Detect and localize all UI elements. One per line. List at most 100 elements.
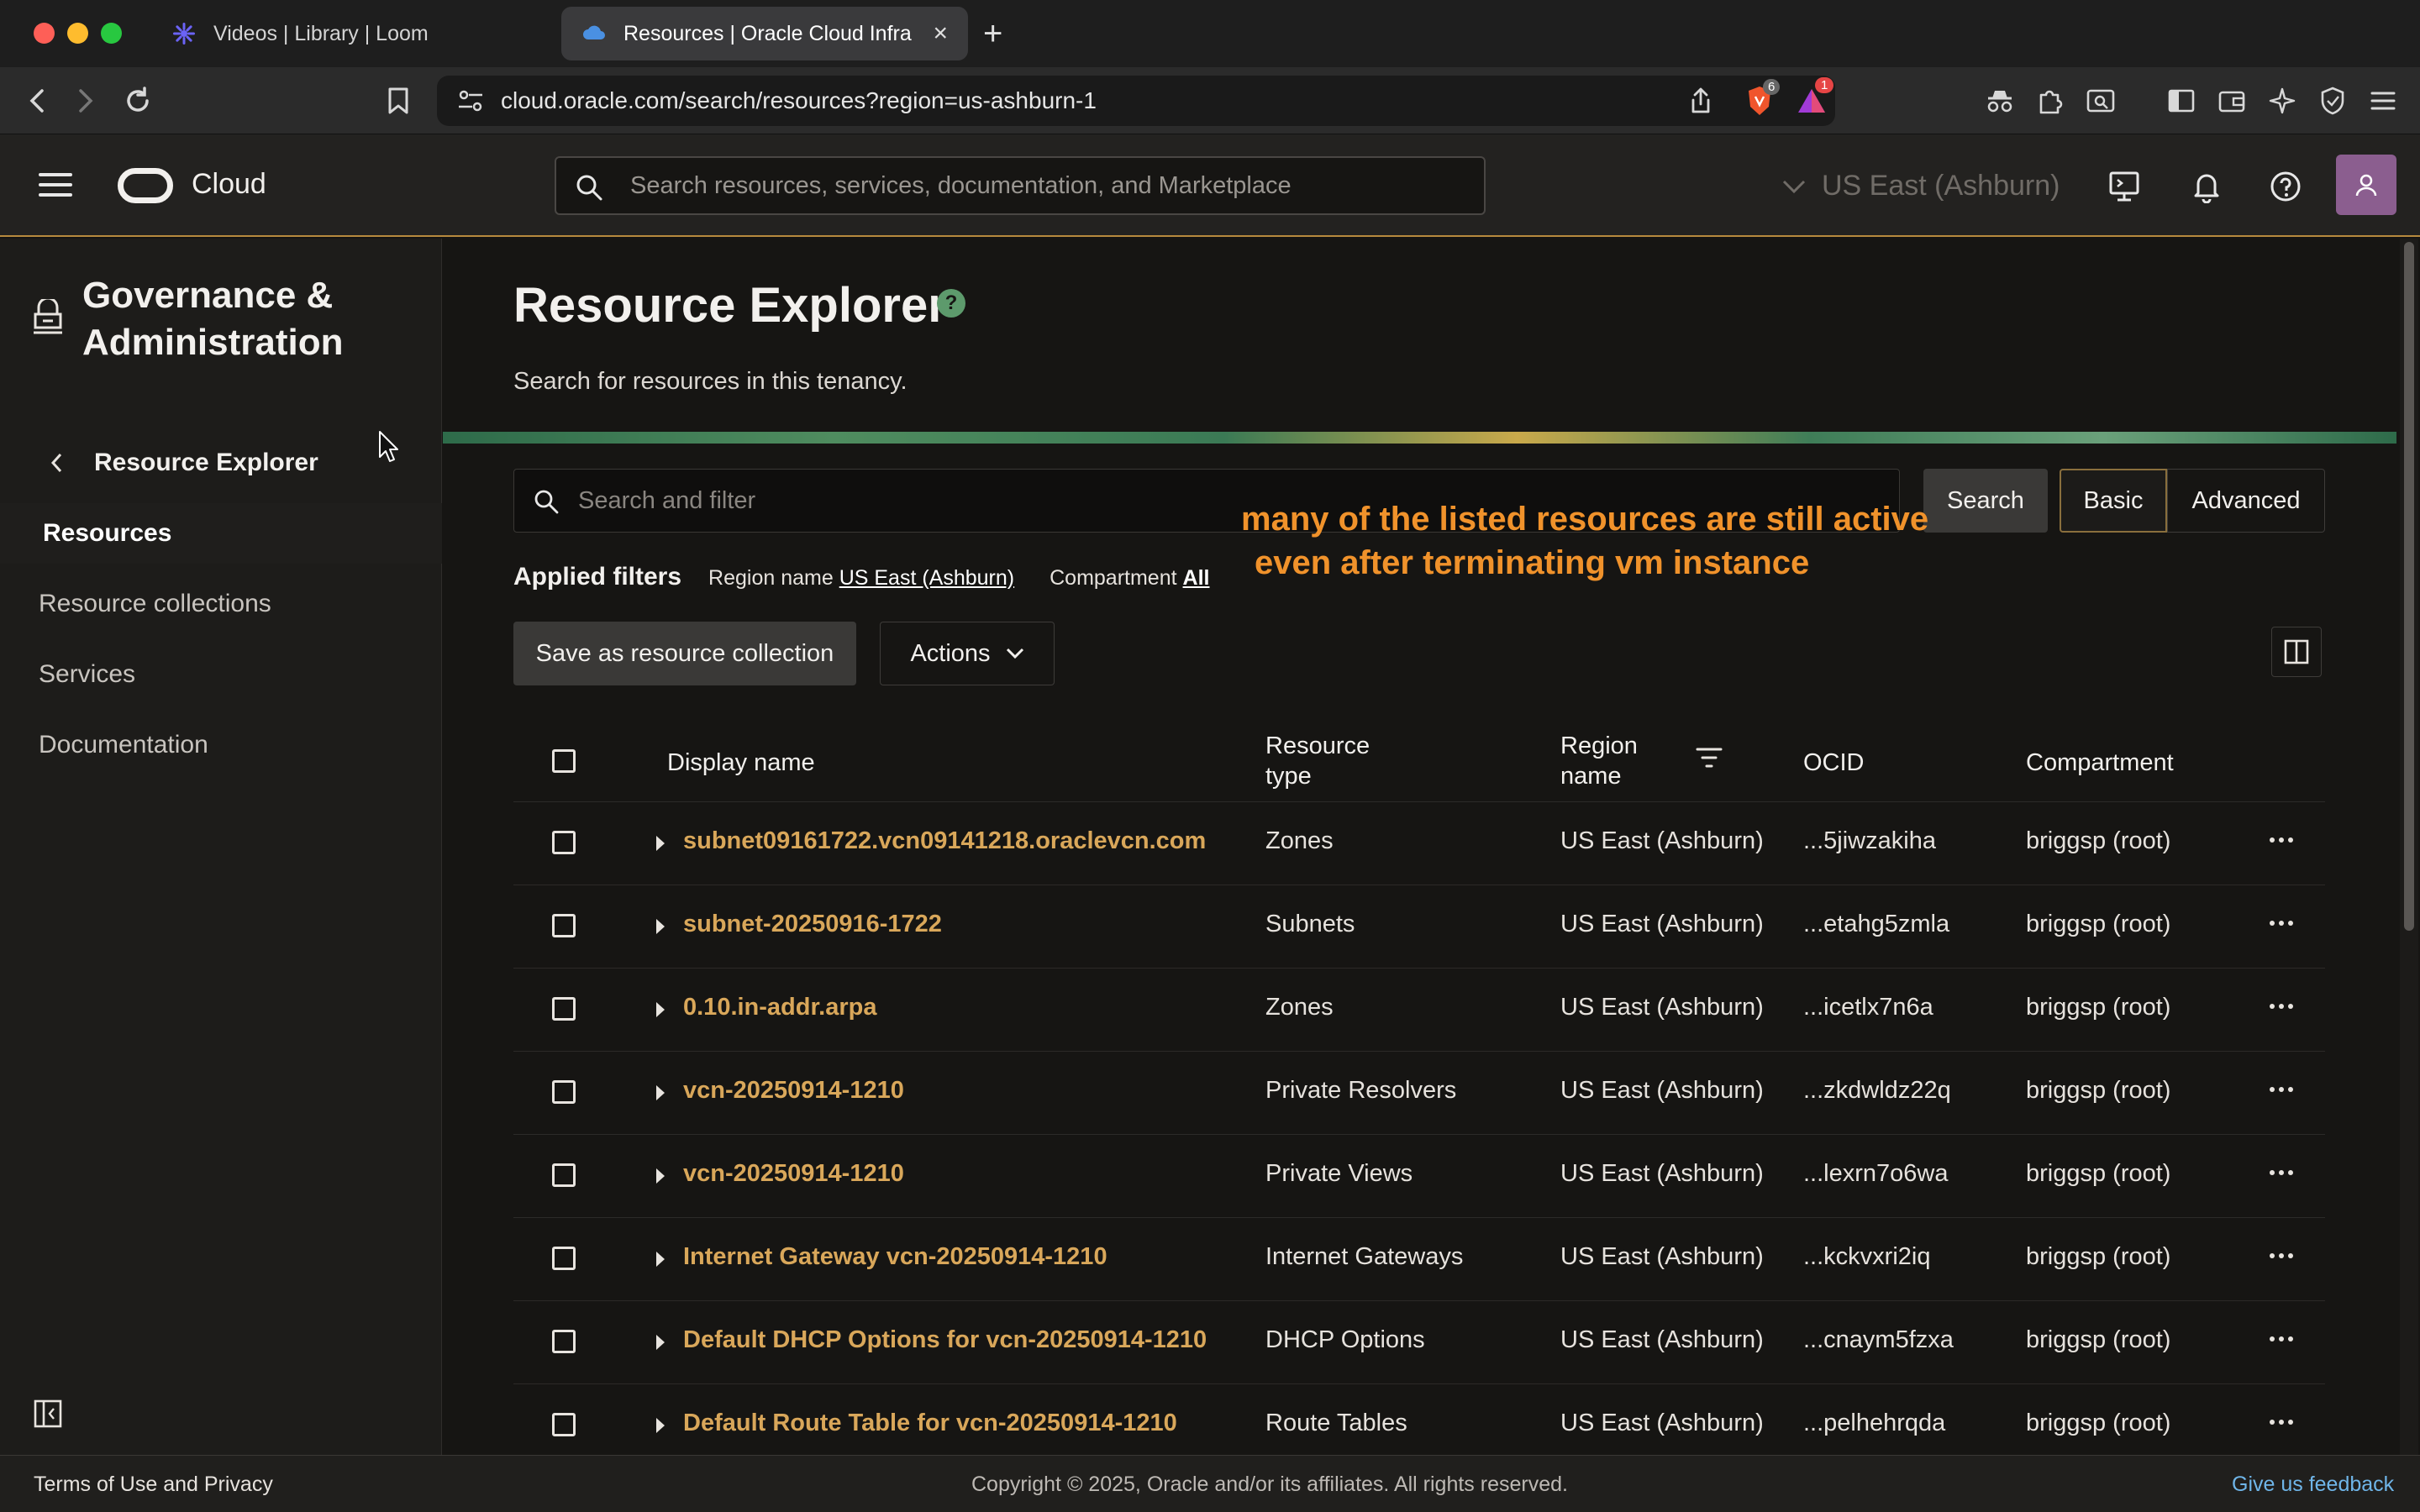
sidebar-item-documentation[interactable]: Documentation xyxy=(0,715,442,775)
row-checkbox[interactable] xyxy=(552,1080,576,1104)
back-icon[interactable] xyxy=(18,82,55,119)
notifications-bell-icon[interactable] xyxy=(2188,168,2225,205)
row-actions-menu-icon[interactable] xyxy=(2270,1420,2297,1425)
page-scrollbar[interactable] xyxy=(2400,239,2418,1455)
new-tab-button[interactable]: + xyxy=(983,15,1002,52)
forward-icon[interactable] xyxy=(67,82,104,119)
resource-link[interactable]: subnet09161722.vcn09141218.oraclevcn.com xyxy=(683,827,1206,855)
sidebar-item-label: Services xyxy=(39,660,136,688)
row-checkbox[interactable] xyxy=(552,1247,576,1270)
filter-chip-region[interactable]: Region name US East (Ashburn) xyxy=(708,566,1014,591)
scrollbar-thumb[interactable] xyxy=(2404,242,2414,931)
annotation-line: even after terminating vm instance xyxy=(1255,544,1810,581)
resource-link[interactable]: Default DHCP Options for vcn-20250914-12… xyxy=(683,1326,1207,1354)
expand-row-icon[interactable] xyxy=(656,1002,665,1017)
leo-ai-icon[interactable] xyxy=(2264,82,2301,119)
expand-row-icon[interactable] xyxy=(656,1418,665,1433)
filter-chip-compartment[interactable]: Compartment All xyxy=(1050,566,1209,591)
vpn-shield-icon[interactable] xyxy=(2314,82,2351,119)
advanced-mode-button[interactable]: Advanced xyxy=(2167,469,2325,533)
extensions-puzzle-icon[interactable] xyxy=(2032,82,2069,119)
column-panel-toggle[interactable] xyxy=(2271,627,2322,677)
sidebar-item-resources[interactable]: Resources xyxy=(0,503,442,564)
collapse-sidebar-icon[interactable] xyxy=(34,1399,62,1428)
global-search[interactable] xyxy=(555,156,1486,215)
address-bar[interactable]: cloud.oracle.com/search/resources?region… xyxy=(437,76,1835,126)
brave-rewards-icon[interactable]: 1 xyxy=(1793,77,1834,119)
expand-row-icon[interactable] xyxy=(656,1085,665,1100)
search-button[interactable]: Search xyxy=(1923,469,2048,533)
table-row: Default DHCP Options for vcn-20250914-12… xyxy=(513,1300,2325,1383)
region-selector[interactable]: US East (Ashburn) xyxy=(1781,170,2060,202)
col-region-name[interactable]: Region name xyxy=(1560,731,1638,791)
basic-mode-button[interactable]: Basic xyxy=(2060,469,2167,533)
menu-icon[interactable] xyxy=(2365,82,2402,119)
resource-link[interactable]: vcn-20250914-1210 xyxy=(683,1160,904,1188)
sidebar-toggle-icon[interactable] xyxy=(2163,82,2200,119)
global-search-input[interactable] xyxy=(630,158,1470,213)
row-actions-menu-icon[interactable] xyxy=(2270,837,2297,843)
row-actions-menu-icon[interactable] xyxy=(2270,1004,2297,1009)
site-settings-icon[interactable] xyxy=(455,86,486,116)
expand-row-icon[interactable] xyxy=(656,836,665,851)
resource-link[interactable]: vcn-20250914-1210 xyxy=(683,1077,904,1105)
actions-dropdown[interactable]: Actions xyxy=(880,622,1055,685)
row-checkbox[interactable] xyxy=(552,1413,576,1436)
expand-row-icon[interactable] xyxy=(656,919,665,934)
reload-icon[interactable] xyxy=(119,82,156,119)
filter-value[interactable]: US East (Ashburn) xyxy=(839,566,1014,590)
oracle-logo[interactable] xyxy=(118,168,173,203)
row-actions-menu-icon[interactable] xyxy=(2270,1170,2297,1175)
reader-mode-icon[interactable] xyxy=(2082,82,2119,119)
sidebar-item-resource-collections[interactable]: Resource collections xyxy=(0,574,442,634)
search-icon xyxy=(534,490,559,514)
select-all-checkbox[interactable] xyxy=(552,749,576,773)
resource-link[interactable]: Default Route Table for vcn-20250914-121… xyxy=(683,1410,1177,1437)
row-actions-menu-icon[interactable] xyxy=(2270,1336,2297,1341)
maximize-window-button[interactable] xyxy=(101,23,122,44)
row-checkbox[interactable] xyxy=(552,1330,576,1353)
incognito-extension-icon[interactable] xyxy=(1981,82,2018,119)
cloud-shell-icon[interactable] xyxy=(2106,168,2143,205)
col-display-name[interactable]: Display name xyxy=(667,748,815,778)
expand-row-icon[interactable] xyxy=(656,1252,665,1267)
browser-tab-loom[interactable]: Videos | Library | Loom xyxy=(151,7,555,60)
bookmark-icon[interactable] xyxy=(380,82,417,119)
minimize-window-button[interactable] xyxy=(67,23,88,44)
resource-link[interactable]: subnet-20250916-1722 xyxy=(683,911,942,938)
feedback-link[interactable]: Give us feedback xyxy=(2232,1473,2394,1497)
close-window-button[interactable] xyxy=(34,23,55,44)
user-icon xyxy=(2355,174,2377,197)
browser-tab-oracle-cloud[interactable]: Resources | Oracle Cloud Infra × xyxy=(561,7,968,60)
sidebar-item-services[interactable]: Services xyxy=(0,644,442,705)
resource-link[interactable]: Internet Gateway vcn-20250914-1210 xyxy=(683,1243,1107,1271)
brand-label[interactable]: Cloud xyxy=(192,168,266,201)
help-icon[interactable] xyxy=(2267,168,2304,205)
share-icon[interactable] xyxy=(1682,82,1719,119)
row-actions-menu-icon[interactable] xyxy=(2270,1087,2297,1092)
row-actions-menu-icon[interactable] xyxy=(2270,921,2297,926)
col-resource-type[interactable]: Resource type xyxy=(1265,731,1370,791)
col-compartment[interactable]: Compartment xyxy=(2026,748,2174,778)
filter-value[interactable]: All xyxy=(1183,566,1210,590)
profile-avatar[interactable] xyxy=(2336,155,2396,215)
expand-row-icon[interactable] xyxy=(656,1168,665,1184)
expand-row-icon[interactable] xyxy=(656,1335,665,1350)
navigation-menu-icon[interactable] xyxy=(39,173,72,200)
brave-shields-icon[interactable]: 6 xyxy=(1741,79,1781,119)
resource-link[interactable]: 0.10.in-addr.arpa xyxy=(683,994,877,1021)
close-tab-icon[interactable]: × xyxy=(923,19,948,48)
wallet-icon[interactable] xyxy=(2213,82,2250,119)
save-as-collection-button[interactable]: Save as resource collection xyxy=(513,622,856,685)
terms-link[interactable]: Terms of Use and Privacy xyxy=(34,1473,273,1497)
info-help-icon[interactable]: ? xyxy=(937,289,965,318)
col-ocid[interactable]: OCID xyxy=(1803,748,1865,778)
row-checkbox[interactable] xyxy=(552,914,576,937)
row-checkbox[interactable] xyxy=(552,997,576,1021)
row-actions-menu-icon[interactable] xyxy=(2270,1253,2297,1258)
chevron-down-icon xyxy=(1782,180,1806,193)
filter-icon[interactable] xyxy=(1695,746,1723,769)
row-checkbox[interactable] xyxy=(552,831,576,854)
row-checkbox[interactable] xyxy=(552,1163,576,1187)
back-to-resource-explorer[interactable]: Resource Explorer xyxy=(50,449,318,477)
